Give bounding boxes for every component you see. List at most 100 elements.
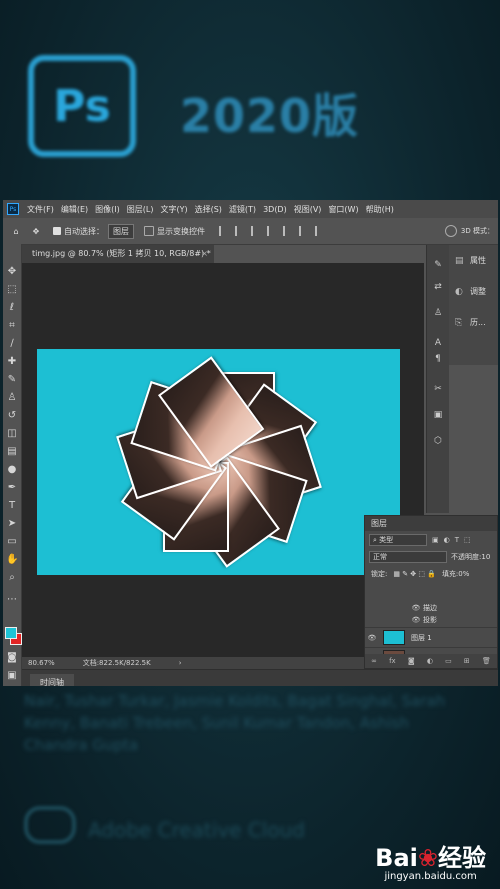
healing-tool-icon[interactable]: ✚ bbox=[6, 356, 18, 368]
menu-select[interactable]: 选择(S) bbox=[195, 204, 222, 215]
image-panel-icon[interactable]: ▣ bbox=[432, 409, 444, 421]
marquee-tool-icon[interactable]: ⬚ bbox=[6, 284, 18, 296]
status-arrow-icon[interactable]: › bbox=[179, 657, 182, 669]
eye-icon[interactable]: 👁 bbox=[365, 634, 379, 642]
trash-icon[interactable]: 🗑 bbox=[482, 657, 491, 665]
move-tool-icon[interactable]: ✥ bbox=[29, 227, 43, 236]
menu-image[interactable]: 图像(I) bbox=[95, 204, 120, 215]
adjust-filter-icon[interactable]: ◐ bbox=[444, 536, 450, 544]
effect-stroke-label: 描边 bbox=[423, 603, 437, 612]
type-filter-icon[interactable]: T bbox=[455, 536, 459, 544]
brush-tool-icon[interactable]: ✎ bbox=[6, 374, 18, 386]
document-tab[interactable]: timg.jpg @ 80.7% (矩形 1 拷贝 10, RGB/8#) * … bbox=[22, 245, 214, 263]
foreground-color-swatch[interactable] bbox=[5, 627, 17, 639]
mask-icon[interactable]: ◙ bbox=[408, 657, 415, 665]
credits-text: Nair, Tushar Turkar, Jasmie Koldits, Bag… bbox=[24, 692, 446, 754]
lasso-tool-icon[interactable]: ℓ bbox=[6, 302, 18, 314]
layers-panel-title[interactable]: 图层 bbox=[365, 516, 497, 531]
home-icon[interactable]: ⌂ bbox=[9, 227, 23, 236]
align-right-icon[interactable] bbox=[251, 226, 263, 236]
eye-icon[interactable]: 👁 bbox=[409, 604, 423, 612]
hand-tool-icon[interactable]: ✋ bbox=[6, 554, 18, 566]
layer-filter-dropdown[interactable]: ⌕ 类型 bbox=[369, 534, 427, 546]
zoom-level[interactable]: 80.67% bbox=[28, 657, 55, 669]
layer-row-layer1[interactable]: 👁 图层 1 bbox=[365, 627, 497, 647]
effect-stroke-row[interactable]: 👁 描边 bbox=[365, 602, 497, 613]
align-middle-icon[interactable] bbox=[283, 226, 295, 236]
more-tools-icon[interactable]: ⋯ bbox=[6, 594, 18, 606]
link-icon[interactable]: ∞ bbox=[371, 657, 377, 665]
adjustment-layer-icon[interactable]: ◐ bbox=[427, 657, 433, 665]
gradient-tool-icon[interactable]: ▤ bbox=[6, 446, 18, 458]
quick-mask-icon[interactable]: ◙ bbox=[6, 652, 18, 664]
fx-icon[interactable]: fx bbox=[389, 657, 396, 665]
stamp-tool-icon[interactable]: ♙ bbox=[6, 392, 18, 404]
blend-mode-dropdown[interactable]: 正常 bbox=[369, 551, 447, 563]
history-brush-icon[interactable]: ↺ bbox=[6, 410, 18, 422]
align-left-icon[interactable] bbox=[219, 226, 231, 236]
path-select-icon[interactable]: ➤ bbox=[6, 518, 18, 530]
close-icon[interactable]: × bbox=[201, 245, 208, 263]
effect-shadow-row[interactable]: 👁 投影 bbox=[365, 614, 497, 625]
menu-filter[interactable]: 滤镜(T) bbox=[229, 204, 256, 215]
paragraph-panel-icon[interactable]: ¶ bbox=[432, 353, 444, 365]
menu-bar: Ps 文件(F) 编辑(E) 图像(I) 图层(L) 文字(Y) 选择(S) 滤… bbox=[3, 200, 498, 218]
align-bottom-icon[interactable] bbox=[299, 226, 311, 236]
properties-panel-tab[interactable]: ▤ 属性 bbox=[449, 245, 498, 276]
menu-3d[interactable]: 3D(D) bbox=[263, 205, 287, 214]
move-tool-icon[interactable]: ✥ bbox=[6, 266, 18, 278]
group-icon[interactable]: ▭ bbox=[445, 657, 452, 665]
channel-mixer-icon[interactable]: ⇄ bbox=[432, 281, 444, 293]
type-tool-icon[interactable]: T bbox=[6, 500, 18, 512]
crop-tool-icon[interactable]: ⌗ bbox=[6, 320, 18, 332]
tools-panel-icon[interactable]: ✂ bbox=[432, 383, 444, 395]
zoom-tool-icon[interactable]: ⌕ bbox=[6, 572, 18, 584]
eye-icon[interactable]: 👁 bbox=[409, 616, 423, 624]
logo-text: Ps bbox=[53, 80, 111, 132]
history-icon: ⎘ bbox=[455, 317, 463, 328]
brand-text: Bai bbox=[375, 844, 418, 872]
layer-thumbnail bbox=[383, 630, 405, 645]
align-center-icon[interactable] bbox=[235, 226, 247, 236]
search-icon[interactable] bbox=[444, 225, 457, 237]
transform-controls-checkbox[interactable] bbox=[144, 226, 154, 236]
align-top-icon[interactable] bbox=[267, 226, 279, 236]
character-panel-icon[interactable]: A bbox=[432, 337, 444, 349]
menu-file[interactable]: 文件(F) bbox=[27, 204, 54, 215]
brush-settings-icon[interactable]: ✎ bbox=[432, 259, 444, 271]
app-icon: Ps bbox=[7, 203, 19, 215]
version-title: 2020版 bbox=[180, 89, 360, 143]
history-label: 历... bbox=[470, 318, 486, 327]
shape-tool-icon[interactable]: ▭ bbox=[6, 536, 18, 548]
menu-type[interactable]: 文字(Y) bbox=[160, 204, 187, 215]
3d-panel-icon[interactable]: ⬡ bbox=[432, 435, 444, 447]
stamp-panel-icon[interactable]: ♙ bbox=[432, 307, 444, 319]
timeline-bar: 时间轴 bbox=[22, 669, 498, 686]
image-canvas[interactable] bbox=[37, 349, 400, 575]
screen-mode-icon[interactable]: ▣ bbox=[6, 670, 18, 682]
timeline-tab[interactable]: 时间轴 bbox=[30, 674, 74, 686]
menu-layer[interactable]: 图层(L) bbox=[127, 204, 154, 215]
menu-edit[interactable]: 编辑(E) bbox=[61, 204, 88, 215]
adjustments-panel-tab[interactable]: ◐ 调整 bbox=[449, 276, 498, 307]
new-layer-icon[interactable]: ⊞ bbox=[464, 657, 470, 665]
fill-value[interactable]: 0% bbox=[458, 570, 469, 578]
auto-select-dropdown[interactable]: 图层 bbox=[108, 223, 134, 239]
document-size: 文档:822.5K/822.5K bbox=[82, 659, 151, 667]
baidu-watermark: Bai❀经验 jingyan.baidu.com bbox=[375, 838, 486, 882]
shape-filter-icon[interactable]: ⬚ bbox=[464, 536, 471, 544]
opacity-value[interactable]: 10 bbox=[481, 553, 490, 561]
menu-window[interactable]: 窗口(W) bbox=[328, 204, 358, 215]
eraser-tool-icon[interactable]: ◫ bbox=[6, 428, 18, 440]
history-panel-tab[interactable]: ⎘ 历... bbox=[449, 307, 498, 338]
auto-select-checkbox[interactable] bbox=[53, 227, 61, 235]
collapsed-panels: ▤ 属性 ◐ 调整 ⎘ 历... bbox=[449, 245, 498, 365]
pixel-filter-icon[interactable]: ▣ bbox=[432, 536, 439, 544]
eyedropper-tool-icon[interactable]: ∕ bbox=[6, 338, 18, 350]
distribute-icon[interactable] bbox=[315, 226, 327, 236]
pen-tool-icon[interactable]: ✒ bbox=[6, 482, 18, 494]
menu-view[interactable]: 视图(V) bbox=[294, 204, 322, 215]
lock-icons[interactable]: ▦ ✎ ✥ ⬚ 🔒 bbox=[393, 570, 436, 578]
dodge-tool-icon[interactable]: ● bbox=[6, 464, 18, 476]
menu-help[interactable]: 帮助(H) bbox=[366, 204, 394, 215]
